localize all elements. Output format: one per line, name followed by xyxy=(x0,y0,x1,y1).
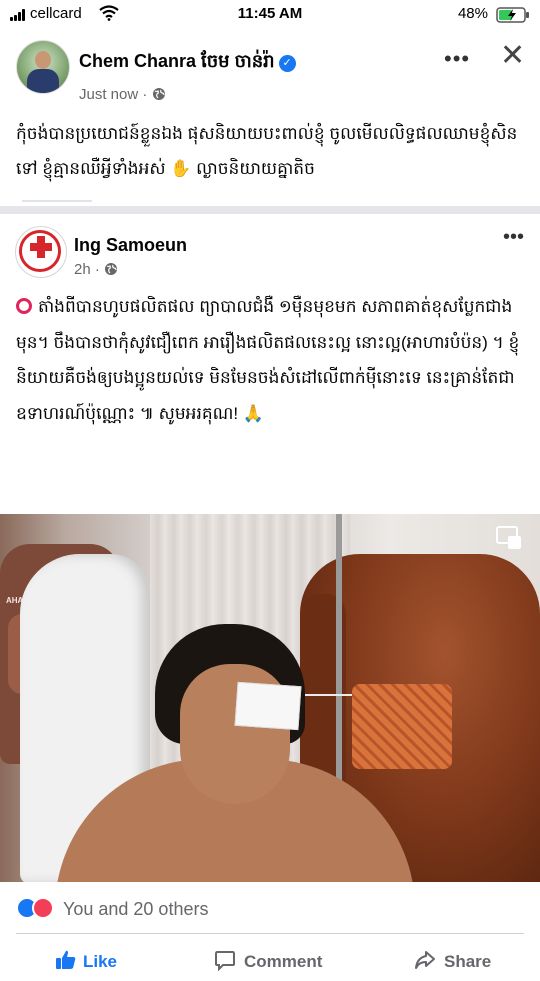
post-text: តាំងពីបានហូបផលិតផល ព្យាបាលជំងឺ ១ម៉ឺនមុខម… xyxy=(16,289,528,431)
more-options-button[interactable]: ••• xyxy=(503,226,524,249)
post-text: កុំចង់បានប្រយោជន៍ខ្លួនឯង ផុសនិយាយបះពាល់ខ… xyxy=(16,124,518,178)
post-actions: Like Comment Share xyxy=(0,941,540,981)
post-meta: 2h · xyxy=(74,261,118,278)
post-photo[interactable]: AHAKA xyxy=(0,514,540,882)
comment-label: Comment xyxy=(244,952,323,971)
reaction-count[interactable]: You and 20 others xyxy=(63,899,208,920)
post-author-link[interactable]: Chem Chanra ចែម ចាន់រ៉ា xyxy=(79,51,275,71)
red-circle-icon xyxy=(16,298,32,314)
post-author-name[interactable]: Chem Chanra ចែម ចាន់រ៉ា ✓ xyxy=(79,49,296,76)
post-text-body: តាំងពីបានហូបផលិតផល ព្យាបាលជំងឺ ១ម៉ឺនមុខម… xyxy=(16,297,520,423)
share-button[interactable]: Share xyxy=(414,949,491,972)
battery-icon xyxy=(496,7,529,23)
like-button[interactable]: Like xyxy=(55,949,117,972)
comment-icon xyxy=(215,951,235,972)
share-icon xyxy=(415,951,435,969)
comment-button[interactable]: Comment xyxy=(214,949,322,972)
post-ing-samoeun: Ing Samoeun 2h · ••• តាំងពីបានហូបផលិតផល … xyxy=(0,214,540,972)
post-meta: Just now · xyxy=(79,86,166,103)
avatar[interactable] xyxy=(15,226,67,278)
thumbs-up-icon xyxy=(56,950,76,969)
battery-percentage: 48% xyxy=(457,5,488,22)
feed-divider xyxy=(0,206,540,214)
post-timestamp[interactable]: Just now · xyxy=(79,86,152,103)
divider xyxy=(16,933,524,934)
reaction-love-icon xyxy=(32,897,54,919)
like-label: Like xyxy=(83,952,118,971)
post-timestamp[interactable]: 2h · xyxy=(74,261,104,278)
picture-in-picture-icon[interactable] xyxy=(496,526,522,550)
post-author-name[interactable]: Ing Samoeun xyxy=(74,235,187,256)
more-options-button[interactable]: ••• xyxy=(444,46,470,72)
status-bar: cellcard 11:45 AM 48% xyxy=(0,0,540,28)
post-chem-chanra: Chem Chanra ចែម ចាន់រ៉ា ✓ Just now · ••• … xyxy=(0,28,540,206)
avatar[interactable] xyxy=(16,40,70,94)
separator-line xyxy=(22,200,92,202)
globe-icon xyxy=(105,263,118,275)
verified-icon: ✓ xyxy=(278,55,296,72)
globe-icon xyxy=(152,88,165,100)
share-label: Share xyxy=(444,952,492,971)
close-button[interactable]: ✕ xyxy=(500,38,525,73)
